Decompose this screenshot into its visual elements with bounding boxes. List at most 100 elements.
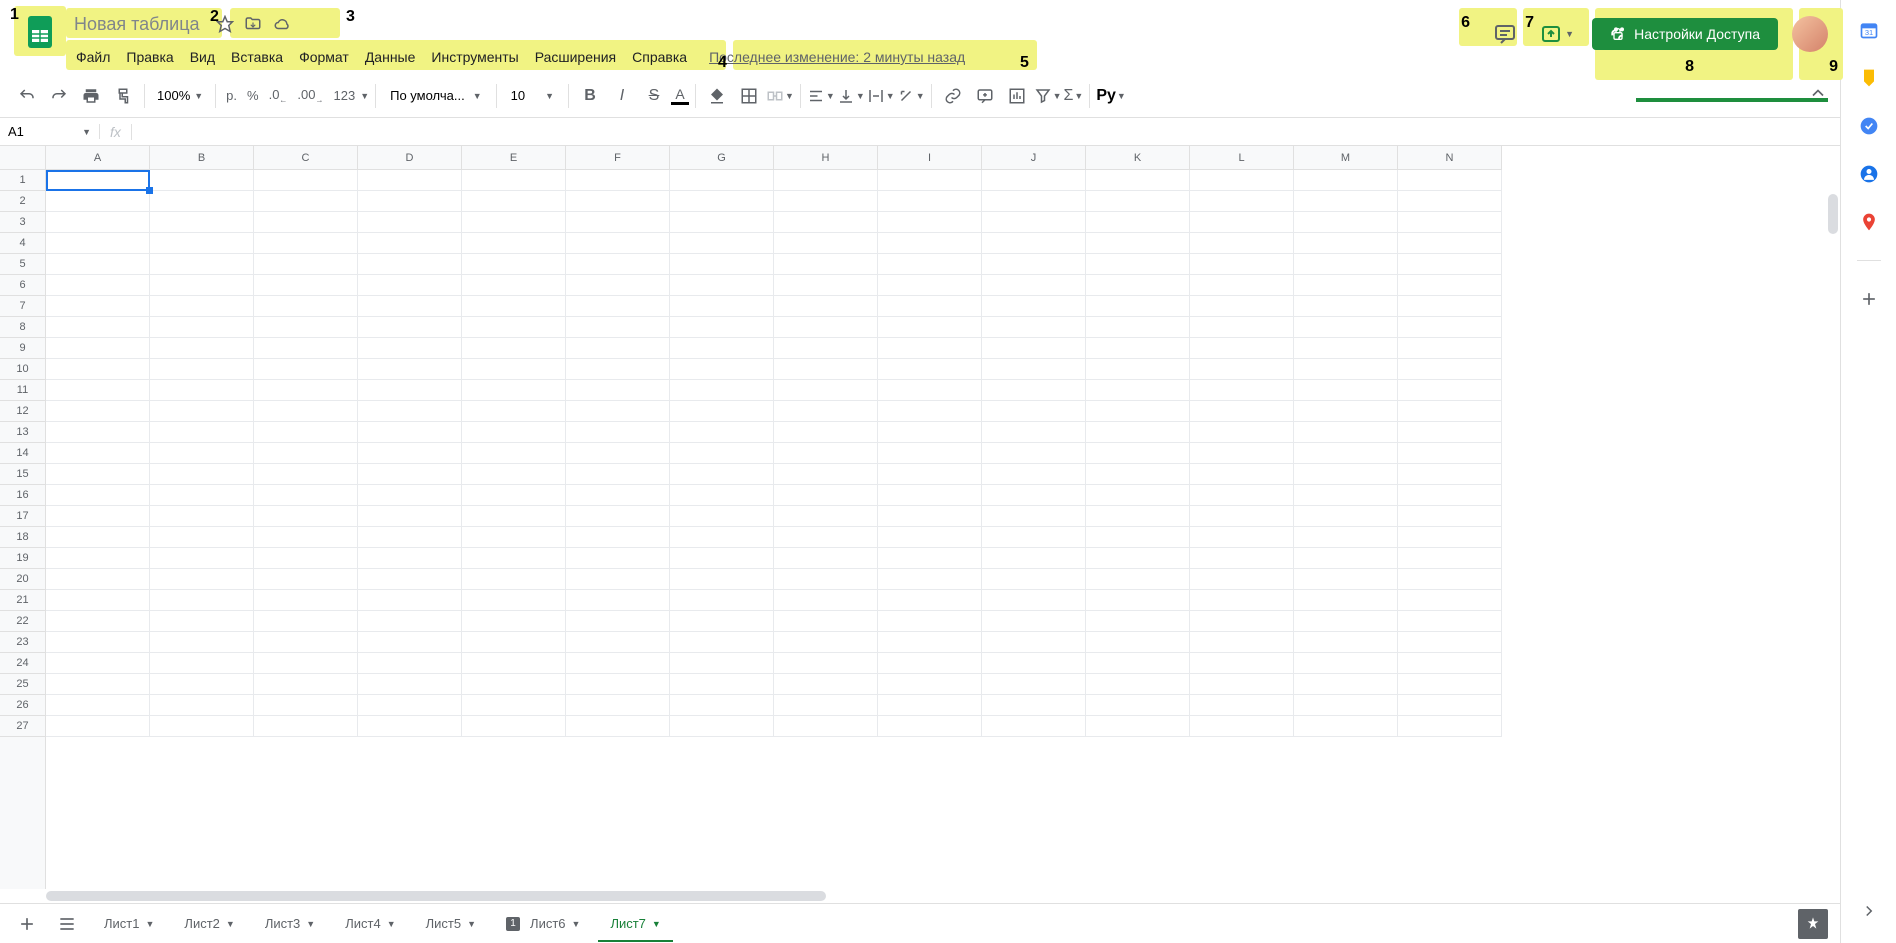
cell[interactable] [1190, 695, 1294, 716]
row-header[interactable]: 7 [0, 296, 45, 317]
insert-link-button[interactable] [938, 81, 968, 111]
cell[interactable] [878, 170, 982, 191]
cell[interactable] [1294, 695, 1398, 716]
cell[interactable] [774, 233, 878, 254]
contacts-icon[interactable] [1859, 164, 1879, 184]
cell[interactable] [254, 233, 358, 254]
cell[interactable] [566, 191, 670, 212]
merge-cells-button[interactable]: ▼ [766, 87, 794, 105]
cell[interactable] [982, 695, 1086, 716]
cell[interactable] [358, 275, 462, 296]
column-header[interactable]: G [670, 146, 774, 169]
cell[interactable] [254, 590, 358, 611]
row-header[interactable]: 17 [0, 506, 45, 527]
cell[interactable] [774, 611, 878, 632]
cell[interactable] [774, 506, 878, 527]
cell[interactable] [566, 296, 670, 317]
cell[interactable] [462, 296, 566, 317]
cell[interactable] [982, 233, 1086, 254]
cell[interactable] [462, 590, 566, 611]
cell[interactable] [46, 317, 150, 338]
cell[interactable] [254, 485, 358, 506]
cell[interactable] [1294, 380, 1398, 401]
row-header[interactable]: 20 [0, 569, 45, 590]
cell[interactable] [358, 653, 462, 674]
cell[interactable] [774, 485, 878, 506]
cell[interactable] [774, 464, 878, 485]
cell[interactable] [150, 443, 254, 464]
cell[interactable] [566, 359, 670, 380]
cell[interactable] [254, 674, 358, 695]
fill-handle[interactable] [146, 187, 153, 194]
cell[interactable] [462, 359, 566, 380]
cell[interactable] [358, 317, 462, 338]
cell[interactable] [1294, 485, 1398, 506]
cell[interactable] [670, 401, 774, 422]
cell[interactable] [462, 170, 566, 191]
sheet-tab-dropdown-icon[interactable]: ▼ [652, 919, 661, 929]
cell[interactable] [982, 548, 1086, 569]
cell[interactable] [982, 632, 1086, 653]
cell[interactable] [878, 191, 982, 212]
text-color-button[interactable]: A [671, 86, 689, 105]
cell[interactable] [566, 695, 670, 716]
cell[interactable] [46, 611, 150, 632]
sheet-tab[interactable]: Лист5▼ [414, 906, 488, 942]
cell[interactable] [1398, 569, 1502, 590]
cell[interactable] [774, 212, 878, 233]
cell[interactable] [462, 233, 566, 254]
italic-button[interactable]: I [607, 81, 637, 111]
cell[interactable] [670, 296, 774, 317]
cell[interactable] [462, 212, 566, 233]
cell[interactable] [670, 275, 774, 296]
cell[interactable] [1086, 548, 1190, 569]
cell[interactable] [566, 422, 670, 443]
maps-icon[interactable] [1859, 212, 1879, 232]
cell[interactable] [982, 674, 1086, 695]
cell[interactable] [254, 716, 358, 737]
cell[interactable] [774, 569, 878, 590]
cell[interactable] [150, 506, 254, 527]
row-header[interactable]: 12 [0, 401, 45, 422]
cell[interactable] [150, 653, 254, 674]
cell[interactable] [1294, 464, 1398, 485]
cell[interactable] [46, 443, 150, 464]
cell[interactable] [46, 212, 150, 233]
cell[interactable] [774, 653, 878, 674]
cell[interactable] [670, 485, 774, 506]
cell[interactable] [1086, 695, 1190, 716]
row-header[interactable]: 21 [0, 590, 45, 611]
font-selector[interactable]: По умолча...▼ [382, 88, 489, 103]
cell[interactable] [46, 632, 150, 653]
cell[interactable] [358, 611, 462, 632]
cell[interactable] [254, 569, 358, 590]
cell[interactable] [1294, 506, 1398, 527]
bold-button[interactable]: B [575, 81, 605, 111]
cell[interactable] [150, 464, 254, 485]
cell[interactable] [774, 275, 878, 296]
cell[interactable] [774, 632, 878, 653]
number-format-button[interactable]: 123▼ [330, 88, 370, 103]
cell[interactable] [150, 275, 254, 296]
cell[interactable] [566, 632, 670, 653]
cell[interactable] [1398, 338, 1502, 359]
cell[interactable] [1190, 674, 1294, 695]
cell[interactable] [774, 443, 878, 464]
cell[interactable] [1398, 212, 1502, 233]
cell[interactable] [254, 359, 358, 380]
sheet-tab[interactable]: 1Лист6▼ [494, 906, 592, 942]
cell[interactable] [254, 632, 358, 653]
cell[interactable] [358, 485, 462, 506]
cell[interactable] [1190, 590, 1294, 611]
column-header[interactable]: K [1086, 146, 1190, 169]
row-header[interactable]: 23 [0, 632, 45, 653]
cell[interactable] [150, 254, 254, 275]
cell[interactable] [46, 653, 150, 674]
cell[interactable] [982, 170, 1086, 191]
cell[interactable] [254, 401, 358, 422]
cloud-status-icon[interactable] [272, 15, 292, 33]
insert-chart-button[interactable] [1002, 81, 1032, 111]
cell[interactable] [254, 275, 358, 296]
cell[interactable] [982, 569, 1086, 590]
cell[interactable] [1294, 590, 1398, 611]
